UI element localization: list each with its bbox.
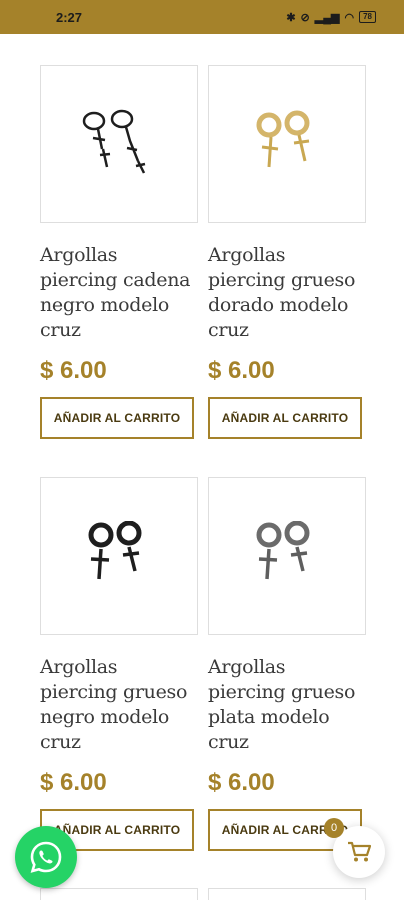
battery-icon: 78: [359, 11, 376, 23]
product-price: $ 6.00: [208, 357, 275, 384]
cart-count-badge: 0: [324, 818, 344, 838]
product-image-partial[interactable]: [208, 888, 366, 900]
product-card: Argollas piercing grueso dorado modelo c…: [208, 65, 366, 439]
product-image[interactable]: [208, 65, 366, 223]
black-chain-cross-earrings-image: [82, 109, 146, 174]
status-icons: ✱ ⊘ ▂▄▆ ◠ 78: [286, 11, 376, 24]
product-image-partial[interactable]: [40, 888, 198, 900]
status-bar: 2:27 ✱ ⊘ ▂▄▆ ◠ 78: [0, 0, 404, 34]
wifi-icon: ◠: [344, 11, 355, 24]
cart-icon: [348, 841, 371, 862]
status-time: 2:27: [56, 9, 83, 25]
product-price: $ 6.00: [208, 769, 275, 796]
add-to-cart-button[interactable]: AÑADIR AL CARRITO: [208, 397, 362, 439]
add-to-cart-button[interactable]: AÑADIR AL CARRITO: [40, 397, 194, 439]
product-card: Argollas piercing cadena negro modelo cr…: [40, 65, 198, 439]
gold-hoop-cross-earrings-image: [256, 110, 310, 168]
product-price: $ 6.00: [40, 357, 107, 384]
whatsapp-icon: [30, 841, 62, 873]
black-hoop-cross-earrings-image: [88, 521, 142, 580]
product-title[interactable]: Argollas piercing grueso dorado modelo c…: [208, 243, 366, 343]
product-title[interactable]: Argollas piercing grueso negro modelo cr…: [40, 655, 198, 755]
product-image[interactable]: [208, 477, 366, 635]
product-image[interactable]: [40, 65, 198, 223]
mute-icon: ⊘: [300, 11, 310, 24]
product-card: Argollas piercing grueso negro modelo cr…: [40, 477, 198, 851]
bluetooth-icon: ✱: [286, 11, 296, 24]
whatsapp-button[interactable]: [15, 826, 77, 888]
product-title[interactable]: Argollas piercing cadena negro modelo cr…: [40, 243, 198, 343]
silver-hoop-cross-earrings-image: [256, 521, 310, 580]
product-image[interactable]: [40, 477, 198, 635]
product-title[interactable]: Argollas piercing grueso plata modelo cr…: [208, 655, 366, 755]
product-price: $ 6.00: [40, 769, 107, 796]
signal-icon: ▂▄▆: [314, 11, 340, 24]
product-card: Argollas piercing grueso plata modelo cr…: [208, 477, 366, 851]
